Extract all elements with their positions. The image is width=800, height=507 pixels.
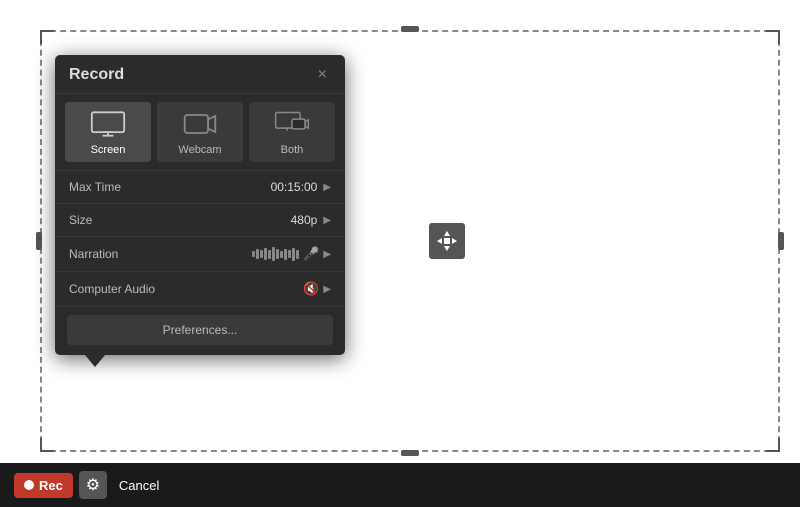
volume-bars [252, 247, 299, 261]
max-time-row[interactable]: Max Time 00:15:00 ▶ [55, 171, 345, 204]
corner-tl [40, 30, 54, 44]
computer-audio-arrow: ▶ [323, 284, 331, 295]
close-button[interactable]: × [314, 65, 331, 85]
mode-screen-label: Screen [91, 144, 126, 156]
size-row[interactable]: Size 480p ▶ [55, 204, 345, 237]
edge-handle-right[interactable] [778, 232, 784, 250]
bar-9 [284, 249, 287, 260]
bar-12 [296, 250, 299, 259]
gear-button[interactable]: ⚙ [79, 471, 107, 499]
settings-section: Max Time 00:15:00 ▶ Size 480p ▶ Narratio… [55, 171, 345, 307]
size-value: 480p [291, 213, 318, 227]
corner-br [766, 438, 780, 452]
corner-tr [766, 30, 780, 44]
edge-handle-left[interactable] [36, 232, 42, 250]
bar-8 [280, 251, 283, 258]
corner-bl [40, 438, 54, 452]
bar-4 [264, 248, 267, 260]
dialog-tail [85, 355, 105, 367]
bar-2 [256, 249, 259, 259]
bar-10 [288, 250, 291, 258]
size-label: Size [69, 213, 291, 227]
bar-11 [292, 248, 295, 261]
mic-icon: 🎤 [303, 246, 319, 262]
bar-1 [252, 251, 255, 257]
rec-button[interactable]: Rec [14, 473, 73, 498]
record-dialog: Record × Screen W [55, 55, 345, 355]
bar-3 [260, 250, 263, 258]
computer-audio-row[interactable]: Computer Audio 🔇 ▶ [55, 272, 345, 307]
audio-muted-icon: 🔇 [303, 281, 319, 297]
max-time-label: Max Time [69, 180, 271, 194]
cancel-button[interactable]: Cancel [113, 474, 165, 497]
computer-audio-label: Computer Audio [69, 282, 303, 296]
move-icon[interactable] [429, 223, 465, 259]
mode-both-label: Both [281, 144, 304, 156]
size-arrow: ▶ [323, 215, 331, 226]
mode-webcam-label: Webcam [178, 144, 221, 156]
bar-7 [276, 249, 279, 259]
rec-dot [24, 480, 34, 490]
bar-6 [272, 247, 275, 261]
edge-handle-bottom[interactable] [401, 450, 419, 456]
narration-row[interactable]: Narration 🎤 ▶ [55, 237, 345, 272]
narration-arrow: ▶ [323, 249, 331, 260]
bar-5 [268, 250, 271, 259]
narration-label: Narration [69, 247, 252, 261]
prefs-section: Preferences... [55, 307, 345, 355]
edge-handle-top[interactable] [401, 26, 419, 32]
mode-webcam-button[interactable]: Webcam [157, 102, 243, 162]
bottom-toolbar: Rec ⚙ Cancel [0, 463, 800, 507]
max-time-arrow: ▶ [323, 182, 331, 193]
max-time-value: 00:15:00 [271, 180, 318, 194]
webcam-icon [182, 110, 218, 138]
screen-icon [90, 110, 126, 138]
dialog-title: Record [69, 66, 124, 84]
mode-both-button[interactable]: Both [249, 102, 335, 162]
rec-label: Rec [39, 478, 63, 493]
gear-icon: ⚙ [86, 475, 100, 495]
preferences-button[interactable]: Preferences... [67, 315, 333, 345]
mode-section: Screen Webcam [55, 94, 345, 171]
dialog-header: Record × [55, 55, 345, 94]
mode-screen-button[interactable]: Screen [65, 102, 151, 162]
both-icon [274, 110, 310, 138]
narration-bar: 🎤 [252, 246, 319, 262]
